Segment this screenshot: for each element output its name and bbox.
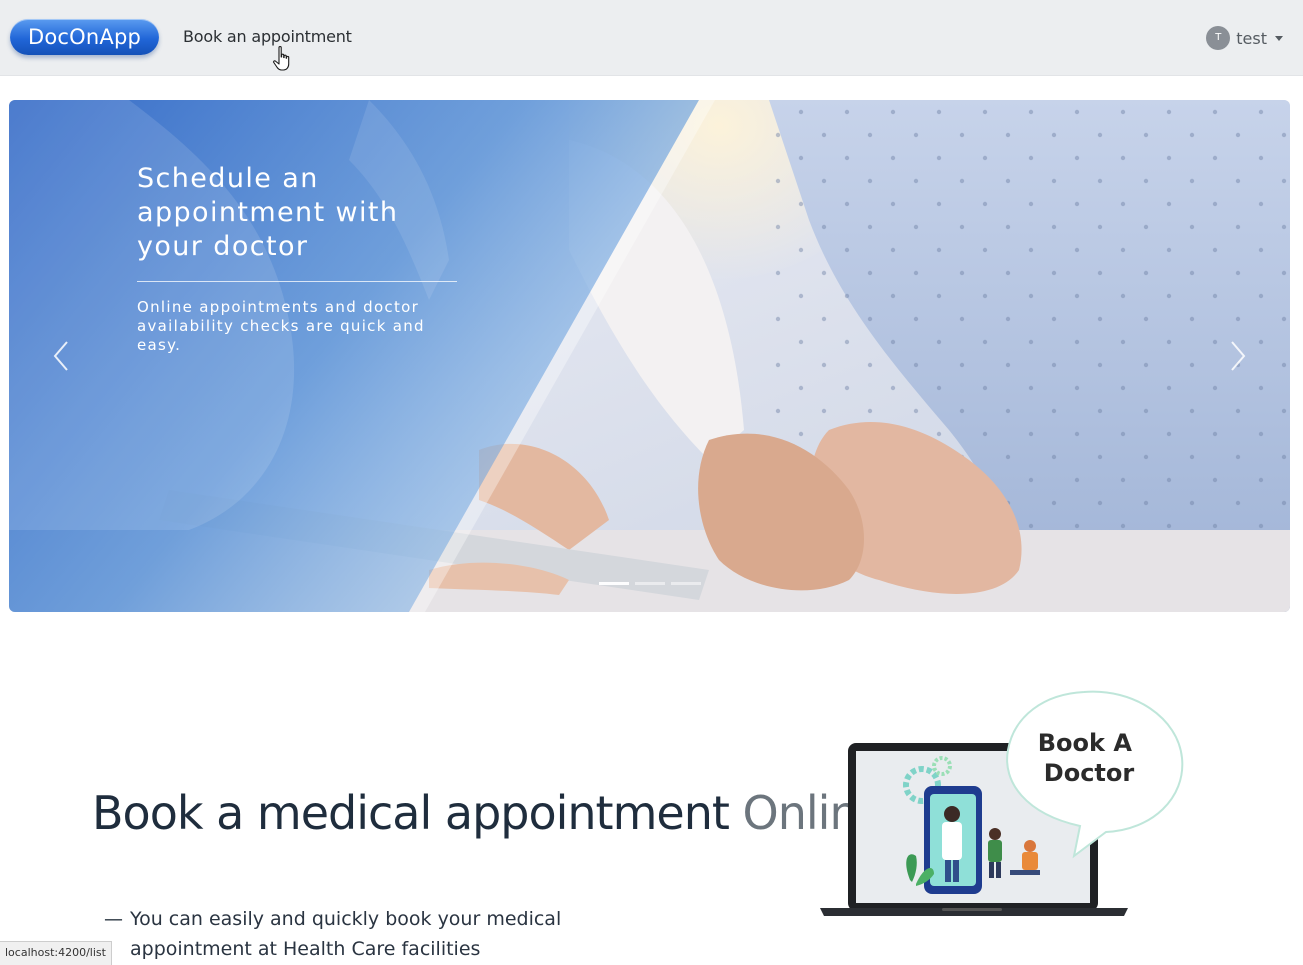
brand-logo[interactable]: DocOnApp [10, 19, 159, 55]
hero-title: Book a medical appointment Online. [92, 786, 900, 840]
carousel-indicator-1[interactable] [599, 582, 629, 585]
hero-carousel: Schedule an appointment with your doctor… [9, 100, 1290, 612]
hero-subtitle-text: You can easily and quickly book your med… [130, 908, 562, 960]
illustration-text-line-1: Book A [1038, 729, 1133, 757]
browser-status-url: localhost:4200/list [0, 941, 112, 965]
hero-subtitle: — You can easily and quickly book your m… [104, 904, 628, 964]
hero-subtitle-dash: — [104, 908, 123, 930]
caret-down-icon [1275, 35, 1283, 41]
hand-pointer-icon [273, 46, 290, 71]
slide-divider [137, 281, 457, 282]
carousel-next-button[interactable] [1218, 330, 1258, 382]
hero-title-main: Book a medical appointment [92, 786, 730, 840]
illustration-text-line-2: Doctor [1044, 759, 1135, 787]
carousel-indicators [599, 582, 701, 585]
chevron-left-icon [53, 341, 68, 371]
username: test [1236, 28, 1267, 48]
avatar: T [1206, 26, 1231, 50]
user-menu[interactable]: T test [1206, 25, 1283, 51]
book-doctor-illustration: Book A Doctor [820, 690, 1184, 916]
chevron-right-icon [1231, 341, 1246, 371]
carousel-indicator-3[interactable] [671, 582, 701, 585]
slide-caption: Online appointments and doctor availabil… [137, 298, 425, 354]
navbar: DocOnApp Book an appointment T test [0, 0, 1303, 76]
slide-title: Schedule an appointment with your doctor [137, 163, 399, 262]
carousel-indicator-2[interactable] [635, 582, 665, 585]
carousel-prev-button[interactable] [41, 330, 81, 382]
nav-link-book-appointment[interactable]: Book an appointment [183, 27, 352, 46]
